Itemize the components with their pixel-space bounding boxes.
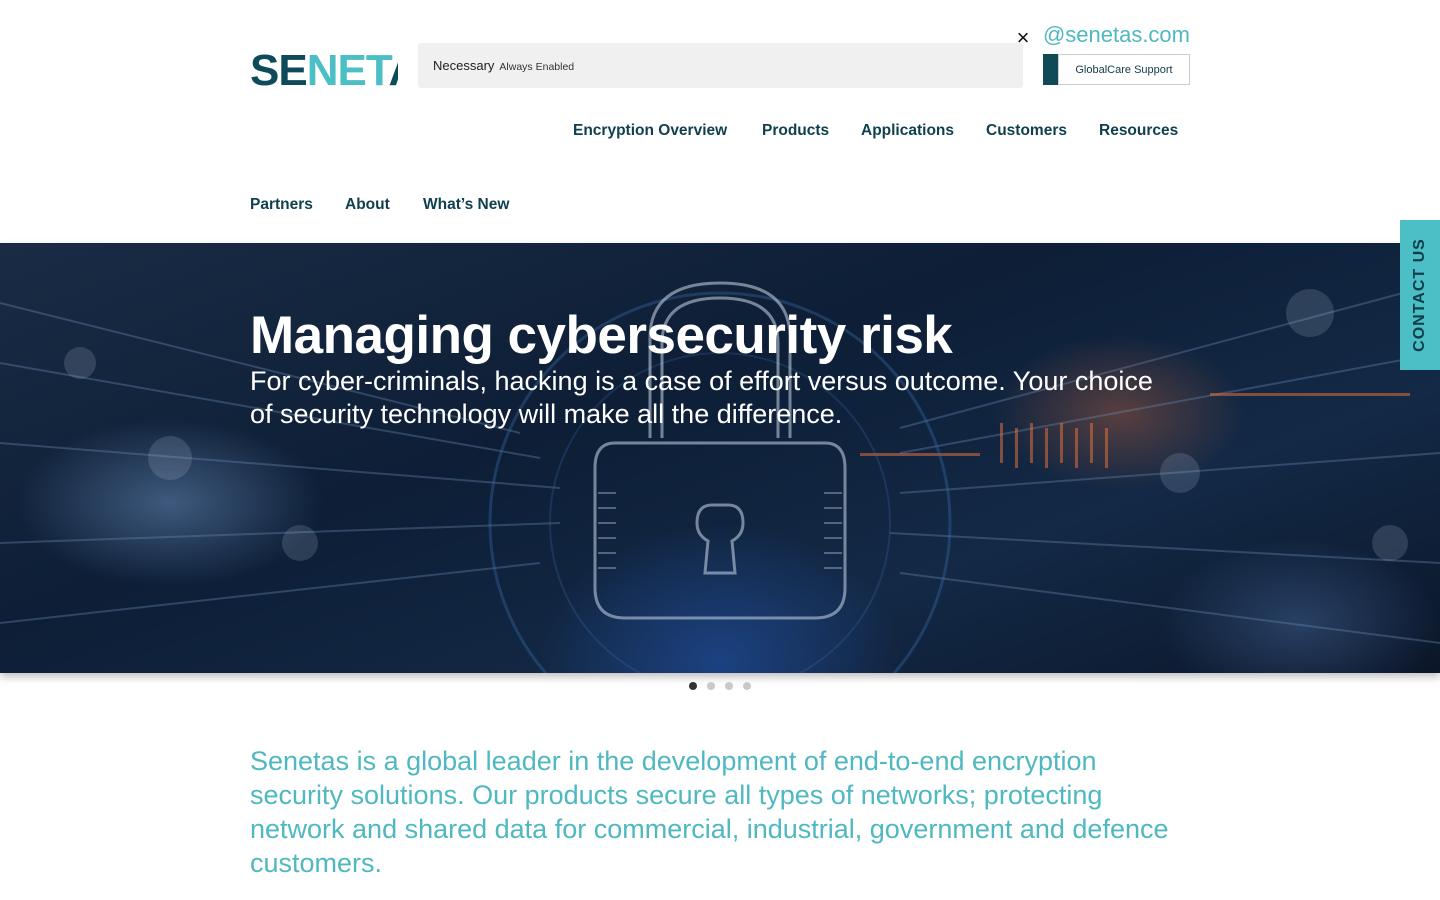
logo-text-dark-2: A bbox=[388, 50, 398, 92]
contact-email-link[interactable]: @senetas.com bbox=[1040, 22, 1190, 48]
carousel-dot-2[interactable] bbox=[707, 682, 715, 690]
nav-partners[interactable]: Partners bbox=[250, 196, 313, 214]
support-accent-block bbox=[1043, 54, 1058, 85]
contact-us-tab[interactable]: CONTACT US bbox=[1400, 220, 1440, 370]
nav-resources[interactable]: Resources bbox=[1099, 122, 1178, 140]
nav-applications[interactable]: Applications bbox=[861, 122, 954, 140]
carousel-dot-3[interactable] bbox=[725, 682, 733, 690]
nav-products[interactable]: Products bbox=[762, 122, 829, 140]
nav-about[interactable]: About bbox=[345, 196, 390, 214]
cookie-category-status: Always Enabled bbox=[499, 60, 575, 73]
globalcare-support-button[interactable]: GlobalCare Support bbox=[1058, 54, 1190, 85]
senetas-logo[interactable]: SENETA bbox=[250, 50, 398, 92]
carousel-dot-4[interactable] bbox=[743, 682, 751, 690]
hero-title: Managing cybersecurity risk bbox=[250, 306, 953, 365]
logo-text-dark: SE bbox=[250, 50, 308, 92]
hero-subtitle: For cyber-criminals, hacking is a case o… bbox=[250, 366, 1153, 429]
nav-customers[interactable]: Customers bbox=[986, 122, 1067, 140]
carousel-dot-1[interactable] bbox=[689, 682, 697, 690]
carousel-pagination bbox=[689, 682, 751, 690]
intro-paragraph: Senetas is a global leader in the develo… bbox=[250, 746, 1169, 878]
nav-whats-new[interactable]: What’s New bbox=[423, 196, 509, 214]
logo-text-light: NET bbox=[306, 50, 390, 92]
close-icon[interactable]: × bbox=[1012, 26, 1034, 50]
hero-banner: Managing cybersecurity risk For cyber-cr… bbox=[0, 243, 1440, 673]
cookie-category-title: Necessary bbox=[433, 58, 495, 73]
contact-us-label: CONTACT US bbox=[1411, 238, 1429, 352]
cookie-category-necessary[interactable]: Necessary Always Enabled bbox=[418, 43, 1023, 88]
nav-encryption-overview[interactable]: Encryption Overview bbox=[573, 122, 727, 140]
